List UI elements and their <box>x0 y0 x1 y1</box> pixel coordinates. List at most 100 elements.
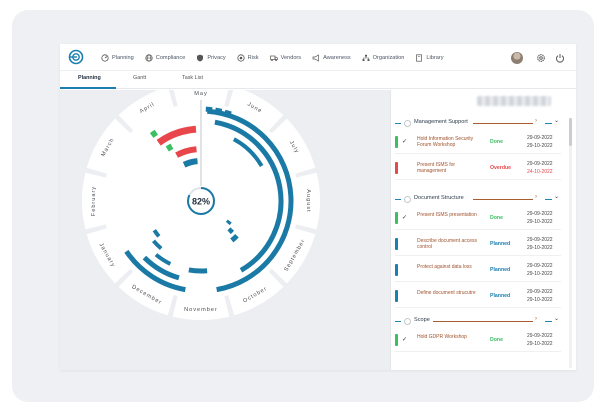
month-label-february: February <box>91 186 97 216</box>
active-tab-indicator <box>60 87 116 89</box>
group-dash <box>395 199 401 200</box>
group-divider <box>472 199 533 200</box>
group-dash <box>395 123 401 124</box>
task-start-date: 29-09-2022 <box>527 289 553 295</box>
task-row[interactable]: ✓ Hold GDPR Workshop Done 29-09-2022 29-10-2… <box>395 330 561 352</box>
group-divider <box>432 321 533 322</box>
task-row[interactable]: Present ISMS for management Overdue 29-09-… <box>395 158 561 180</box>
nav-item-planning[interactable]: Planning <box>101 53 134 62</box>
nav-item-privacy[interactable]: Privacy <box>196 54 226 62</box>
nav-item-label: Privacy <box>207 54 226 61</box>
gear-icon[interactable] <box>536 53 546 63</box>
check-icon[interactable]: ✓ <box>402 336 408 343</box>
task-row[interactable]: ✓ Present ISMS presentation Done 29-09-2022… <box>395 208 561 230</box>
task-status-bar <box>395 290 398 302</box>
nav-item-compliance[interactable]: Compliance <box>145 53 185 62</box>
group-checkbox[interactable] <box>404 196 411 203</box>
org-chart-icon <box>362 54 370 61</box>
task-start-date: 29-09-2022 <box>527 211 553 217</box>
task-arc[interactable] <box>205 106 213 113</box>
shield-icon <box>197 54 204 61</box>
group-dash <box>395 321 401 322</box>
task-row[interactable]: Protect against data loss Planned 29-09-20… <box>395 260 561 282</box>
group-title: Scope <box>414 317 430 323</box>
nav-item-risk[interactable]: Risk <box>237 53 259 62</box>
chevron-down-icon[interactable]: ⌄ <box>554 315 559 322</box>
task-title: Present ISMS presentation <box>417 212 477 218</box>
task-row[interactable]: Describe document access control Planned 2… <box>395 234 561 256</box>
task-title: Define document strucutre <box>417 290 476 296</box>
task-arc[interactable] <box>224 109 232 117</box>
group-header[interactable]: Management Support › ⌄ <box>395 118 561 130</box>
task-panel: Management Support › ⌄ ✓ Hold Information Se… <box>390 90 576 370</box>
book-icon <box>416 53 423 62</box>
task-due-date: 29-10-2022 <box>527 219 553 225</box>
user-avatar[interactable] <box>511 52 523 64</box>
task-status-bar <box>395 334 398 346</box>
tab-task-list[interactable]: Task List <box>182 75 203 81</box>
annual-planning-wheel[interactable]: MayJuneJulyAugustSeptemberOctoberNovembe… <box>60 90 390 370</box>
task-arc[interactable] <box>188 267 208 274</box>
task-arc[interactable] <box>227 227 235 235</box>
tab-planning[interactable]: Planning <box>78 75 101 81</box>
chevron-down-icon[interactable]: ⌄ <box>554 117 559 124</box>
group-checkbox[interactable] <box>404 318 411 325</box>
nav-item-label: Planning <box>112 54 134 61</box>
month-label-november: November <box>184 307 218 313</box>
task-status-label: Done <box>490 337 503 343</box>
task-status-label: Planned <box>490 241 511 247</box>
task-arc[interactable] <box>182 158 198 168</box>
task-row[interactable]: ✓ Hold Information Security Forum Worksho… <box>395 132 561 154</box>
view-tabs: Planning Gantt Task List <box>60 71 576 89</box>
task-status-label: Overdue <box>490 165 512 171</box>
task-status-bar <box>395 212 398 224</box>
app-window: Planning Compliance Privacy Risk Vendors Awar… <box>60 44 576 370</box>
top-navigation-bar: Planning Compliance Privacy Risk Vendors Awar… <box>60 44 576 71</box>
group-title: Document Structure <box>414 195 464 201</box>
task-status-bar <box>395 162 398 174</box>
task-arc[interactable] <box>214 107 223 114</box>
done-arc[interactable] <box>165 143 174 152</box>
task-status-label: Planned <box>490 293 511 299</box>
nav-item-label: Vendors <box>280 54 302 61</box>
task-start-date: 29-09-2022 <box>527 135 553 141</box>
task-start-date: 29-09-2022 <box>527 333 553 339</box>
task-title: Describe document access control <box>417 238 478 250</box>
app-logo-icon[interactable] <box>68 49 84 65</box>
chevron-down-icon[interactable]: ⌄ <box>554 193 559 200</box>
task-status-bar <box>395 264 398 276</box>
main-nav: Planning Compliance Privacy Risk Vendors Awar… <box>101 44 455 71</box>
check-icon[interactable]: ✓ <box>402 138 408 145</box>
nav-item-label: Risk <box>247 54 259 61</box>
group-checkbox[interactable] <box>404 120 411 127</box>
nav-item-label: Organization <box>372 54 405 61</box>
progress-label: 82% <box>192 197 210 207</box>
group-header[interactable]: Document Structure › ⌄ <box>395 194 561 206</box>
task-arc[interactable] <box>225 219 232 226</box>
nav-item-vendors[interactable]: Vendors <box>269 54 302 62</box>
task-due-date: 29-10-2022 <box>527 297 553 303</box>
task-row[interactable]: Define document strucutre Planned 29-09-20… <box>395 286 561 308</box>
nav-item-awareness[interactable]: Awareness <box>312 53 351 62</box>
nav-item-organization[interactable]: Organization <box>362 54 405 62</box>
nav-item-library[interactable]: Library <box>415 53 444 62</box>
task-due-date: 24-10-2022 <box>527 169 553 175</box>
task-status-label: Planned <box>490 267 511 273</box>
planning-wheel-area: May June July August September October Novembe… <box>60 90 390 370</box>
chevron-right-icon: › <box>535 316 537 322</box>
chevron-right-icon: › <box>535 194 537 200</box>
power-icon[interactable] <box>555 53 565 63</box>
month-label-may: May <box>194 91 208 97</box>
truck-icon <box>269 55 278 61</box>
tab-gantt[interactable]: Gantt <box>133 75 146 81</box>
check-icon[interactable]: ✓ <box>402 214 408 221</box>
panel-scrollbar[interactable] <box>569 118 572 368</box>
scrollbar-thumb[interactable] <box>569 118 572 146</box>
task-status-label: Done <box>490 139 503 145</box>
task-start-date: 29-09-2022 <box>527 237 553 243</box>
done-arc[interactable] <box>149 129 158 138</box>
task-due-date: 29-10-2022 <box>527 341 553 347</box>
globe-icon <box>145 53 153 62</box>
group-header[interactable]: Scope › ⌄ <box>395 316 561 328</box>
task-start-date: 29-09-2022 <box>527 161 553 167</box>
